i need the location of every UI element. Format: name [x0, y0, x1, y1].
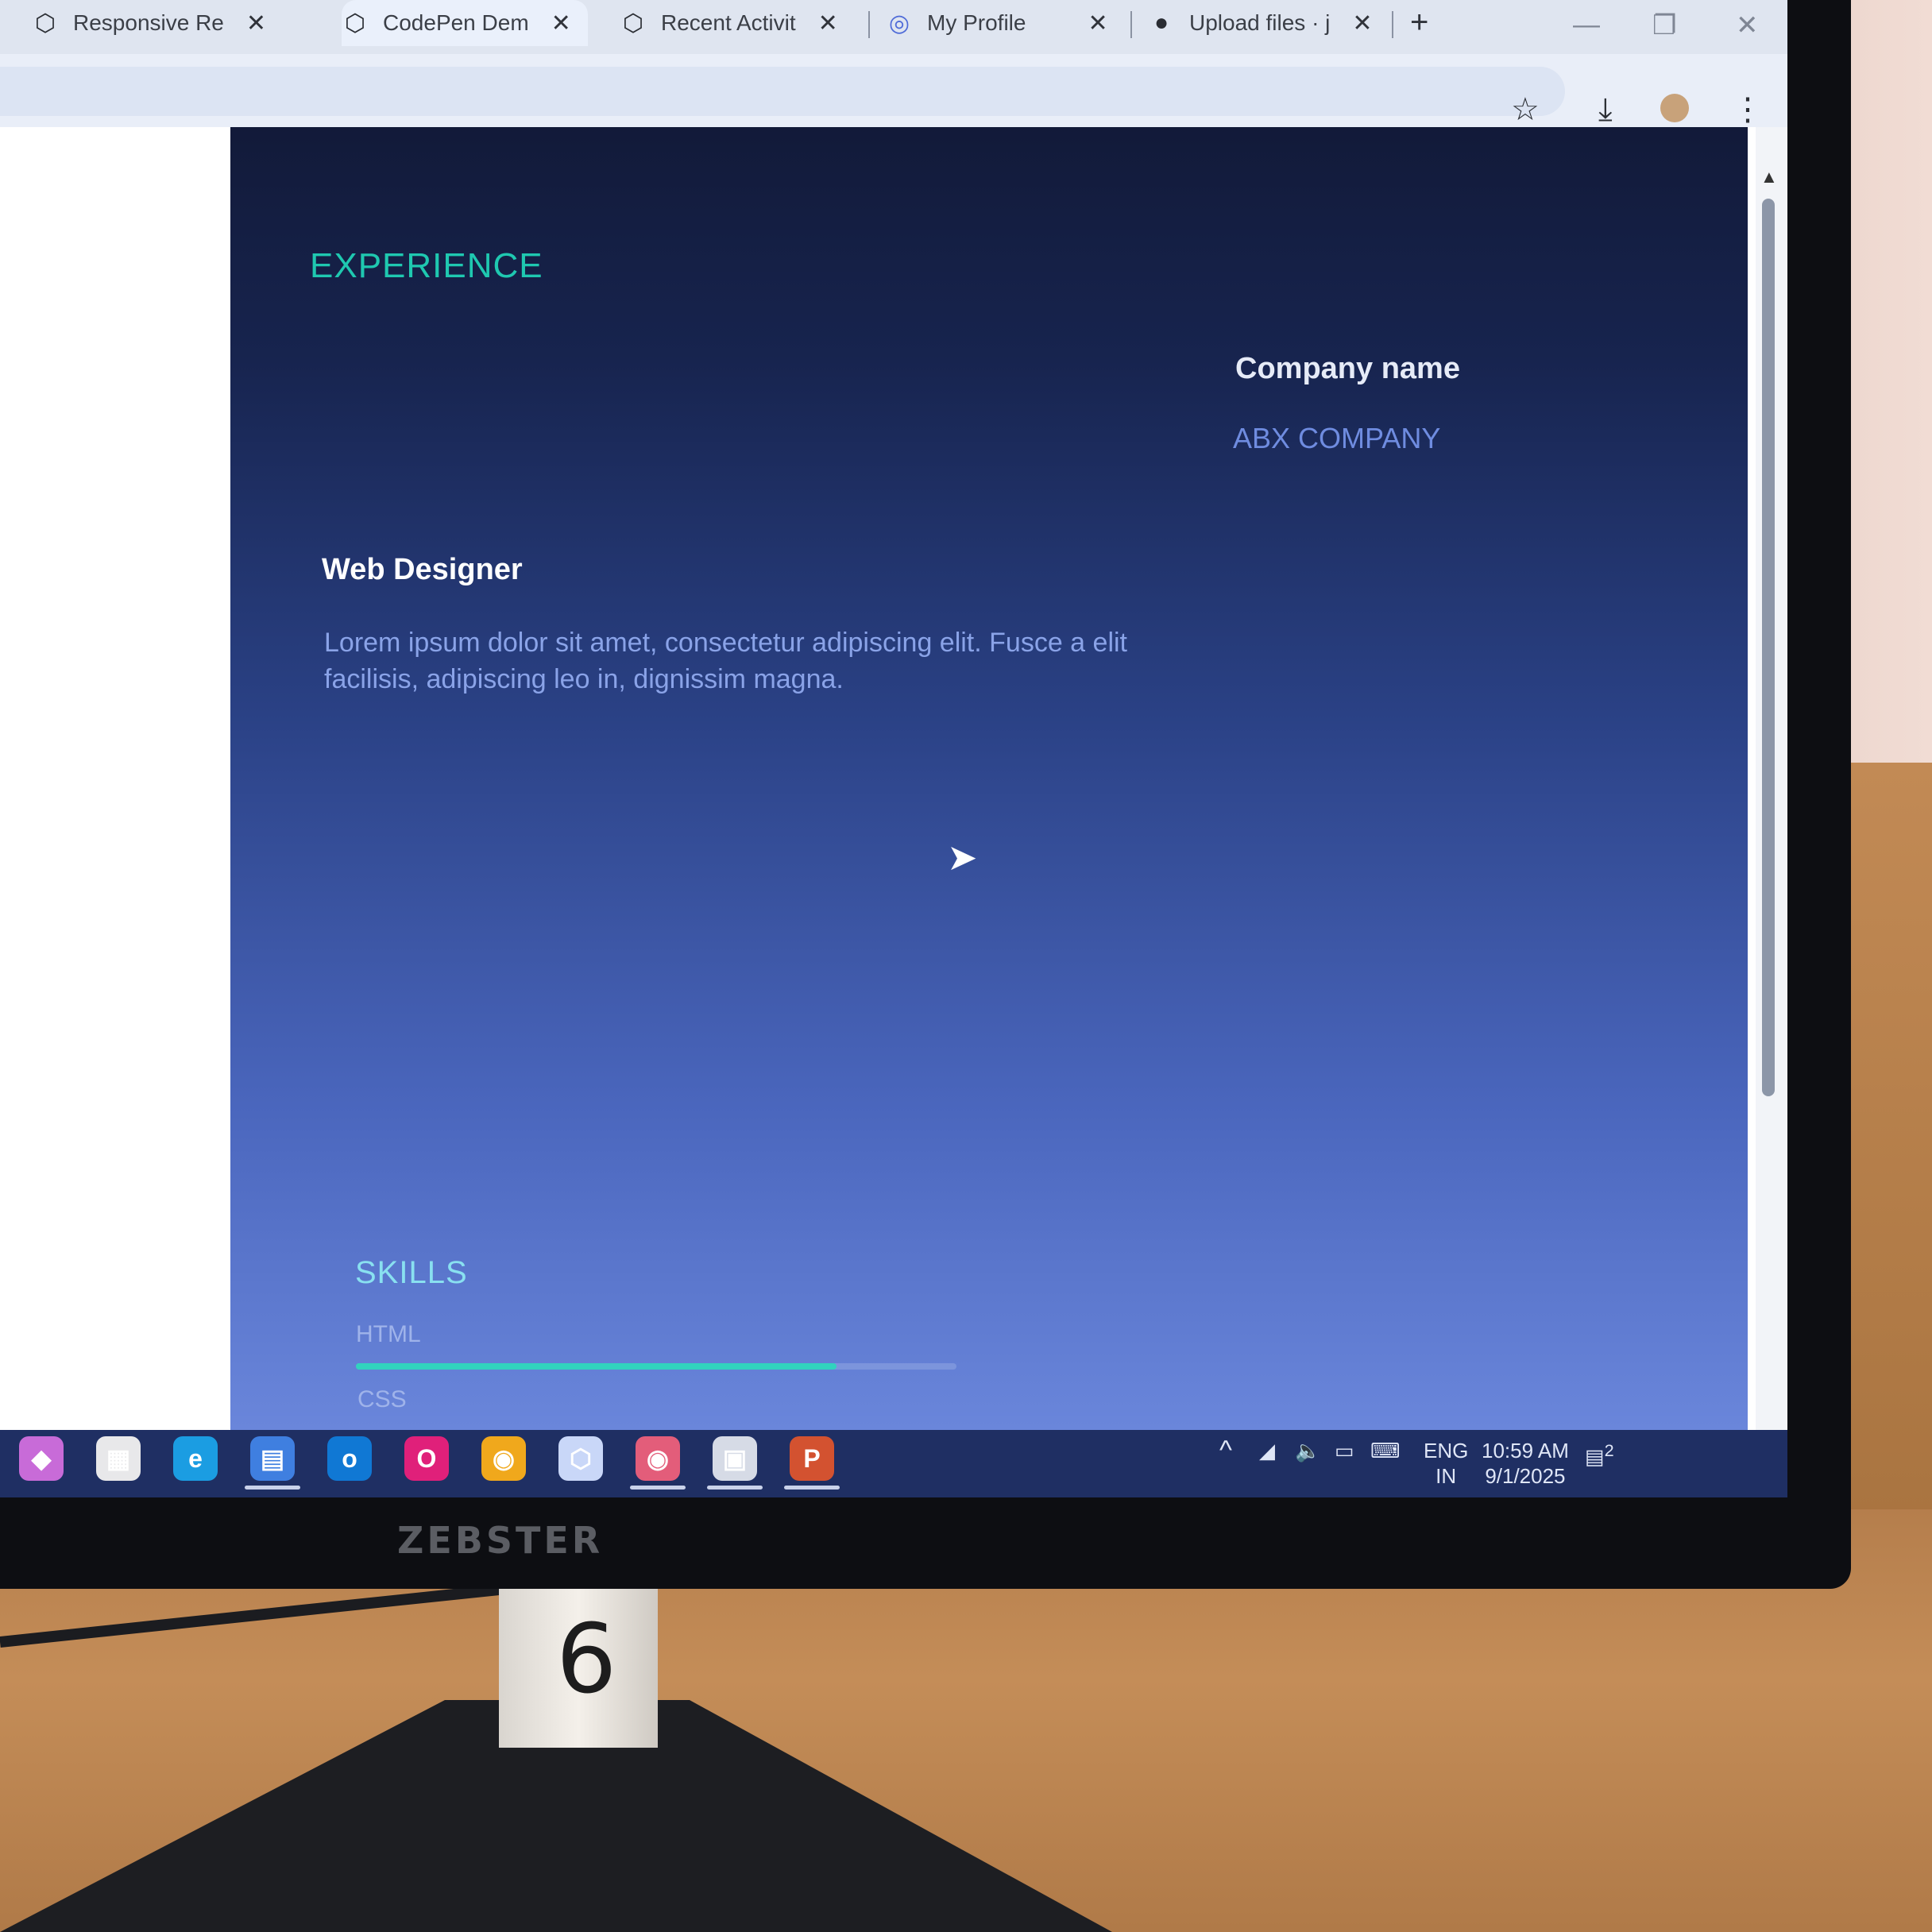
battery-icon[interactable]: ▭: [1335, 1438, 1354, 1463]
tab-recent-activity[interactable]: ⬡ Recent Activit ✕: [620, 0, 858, 46]
running-app-indicator: [707, 1486, 763, 1490]
tab-label: Recent Activit: [661, 10, 796, 35]
tab-close-icon[interactable]: ✕: [1352, 10, 1372, 37]
running-app-indicator: [630, 1486, 686, 1490]
tab-close-icon[interactable]: ✕: [246, 10, 266, 37]
tray-chevron-icon[interactable]: ^: [1219, 1437, 1232, 1464]
running-app-indicator: [784, 1486, 840, 1490]
copilot-icon[interactable]: ◆: [19, 1436, 64, 1481]
language-indicator[interactable]: ENG IN: [1424, 1438, 1468, 1489]
skills-heading: SKILLS: [355, 1255, 468, 1290]
bookmark-star-icon[interactable]: ☆: [1511, 94, 1540, 126]
scrollbar-thumb[interactable]: [1762, 199, 1775, 1096]
clock[interactable]: 10:59 AM 9/1/2025: [1482, 1438, 1569, 1489]
scroll-up-arrow-icon[interactable]: ▲: [1760, 167, 1778, 187]
outlook-icon[interactable]: o: [327, 1436, 372, 1481]
notification-count: 2: [1604, 1440, 1614, 1460]
job-title: Web Designer: [322, 553, 523, 586]
region-code: IN: [1435, 1464, 1457, 1488]
cube-app-icon[interactable]: ⬡: [558, 1436, 603, 1481]
volume-icon[interactable]: 🔈: [1295, 1438, 1320, 1463]
terminal-icon[interactable]: ▣: [713, 1436, 757, 1481]
tab-codepen-demo[interactable]: ⬡ CodePen Dem ✕: [342, 0, 588, 46]
edge-icon[interactable]: e: [173, 1436, 218, 1481]
skill-label-html: HTML: [356, 1321, 421, 1347]
minimize-button[interactable]: —: [1573, 10, 1600, 41]
profile-icon: ◎: [888, 10, 910, 37]
chrome-icon[interactable]: ◉: [481, 1436, 526, 1481]
codepen-icon: ⬡: [622, 10, 644, 37]
clock-time: 10:59 AM: [1482, 1439, 1569, 1463]
keyboard-icon[interactable]: ⌨: [1370, 1438, 1401, 1463]
tab-separator: [1130, 11, 1132, 38]
opera-icon[interactable]: O: [404, 1436, 449, 1481]
github-icon: ●: [1153, 10, 1169, 36]
language-code: ENG: [1424, 1439, 1469, 1463]
browser-menu-icon[interactable]: ⋮: [1732, 94, 1764, 126]
new-tab-button[interactable]: +: [1410, 5, 1428, 41]
calendar-icon[interactable]: ▦: [96, 1436, 141, 1481]
tab-close-icon[interactable]: ✕: [1088, 10, 1107, 37]
tab-label: My Profile: [927, 10, 1026, 35]
window-close-button[interactable]: ✕: [1736, 10, 1759, 41]
experience-heading: EXPERIENCE: [310, 246, 543, 285]
running-app-indicator: [245, 1486, 300, 1490]
tab-responsive[interactable]: ⬡ Responsive Re ✕: [32, 0, 334, 46]
screen: ⬡ Responsive Re ✕ ⬡ CodePen Dem ✕ ⬡ Rece…: [0, 0, 1787, 1497]
powerpoint-icon[interactable]: P: [790, 1436, 834, 1481]
resume-content: EXPERIENCE Company name ABX COMPANY Web …: [230, 127, 1748, 1430]
tab-label: CodePen Dem: [383, 10, 529, 35]
skill-bar-fill: [356, 1363, 837, 1370]
tab-separator: [868, 11, 870, 38]
tab-my-profile[interactable]: ◎ My Profile ✕: [886, 0, 1124, 46]
network-icon[interactable]: ◢: [1259, 1438, 1275, 1463]
stand-number-label: 6: [556, 1605, 617, 1715]
tab-upload-files[interactable]: ● Upload files · j ✕: [1148, 0, 1386, 46]
tab-label: Upload files · j: [1189, 10, 1331, 35]
notification-center-icon[interactable]: ▤2: [1585, 1438, 1614, 1470]
codepen-icon: ⬡: [34, 10, 56, 37]
download-icon[interactable]: ⤓: [1598, 94, 1613, 126]
profile-avatar[interactable]: [1660, 94, 1689, 122]
tab-close-icon[interactable]: ✕: [551, 10, 571, 37]
company-name-label: Company name: [1235, 352, 1460, 385]
tab-separator: [1392, 11, 1393, 38]
monitor-brand-logo: ZEBSTER: [397, 1519, 604, 1562]
codepen-icon: ⬡: [344, 10, 366, 37]
job-description: Lorem ipsum dolor sit amet, consectetur …: [324, 628, 1128, 694]
page-viewport: EXPERIENCE Company name ABX COMPANY Web …: [0, 127, 1787, 1430]
restore-button[interactable]: ❐: [1652, 10, 1676, 41]
chrome-profile-icon[interactable]: ◉: [636, 1436, 680, 1481]
clock-date: 9/1/2025: [1485, 1464, 1566, 1488]
file-explorer-icon[interactable]: ▤: [250, 1436, 295, 1481]
tab-label: Responsive Re: [73, 10, 224, 35]
company-name-value: ABX COMPANY: [1233, 422, 1441, 454]
tab-close-icon[interactable]: ✕: [818, 10, 838, 37]
browser-tabstrip: ⬡ Responsive Re ✕ ⬡ CodePen Dem ✕ ⬡ Rece…: [0, 0, 1787, 54]
address-bar[interactable]: [0, 67, 1565, 116]
mouse-cursor-icon: ➤: [947, 837, 978, 878]
skill-bar-html: [356, 1363, 956, 1370]
skill-label-css: CSS: [357, 1386, 407, 1412]
